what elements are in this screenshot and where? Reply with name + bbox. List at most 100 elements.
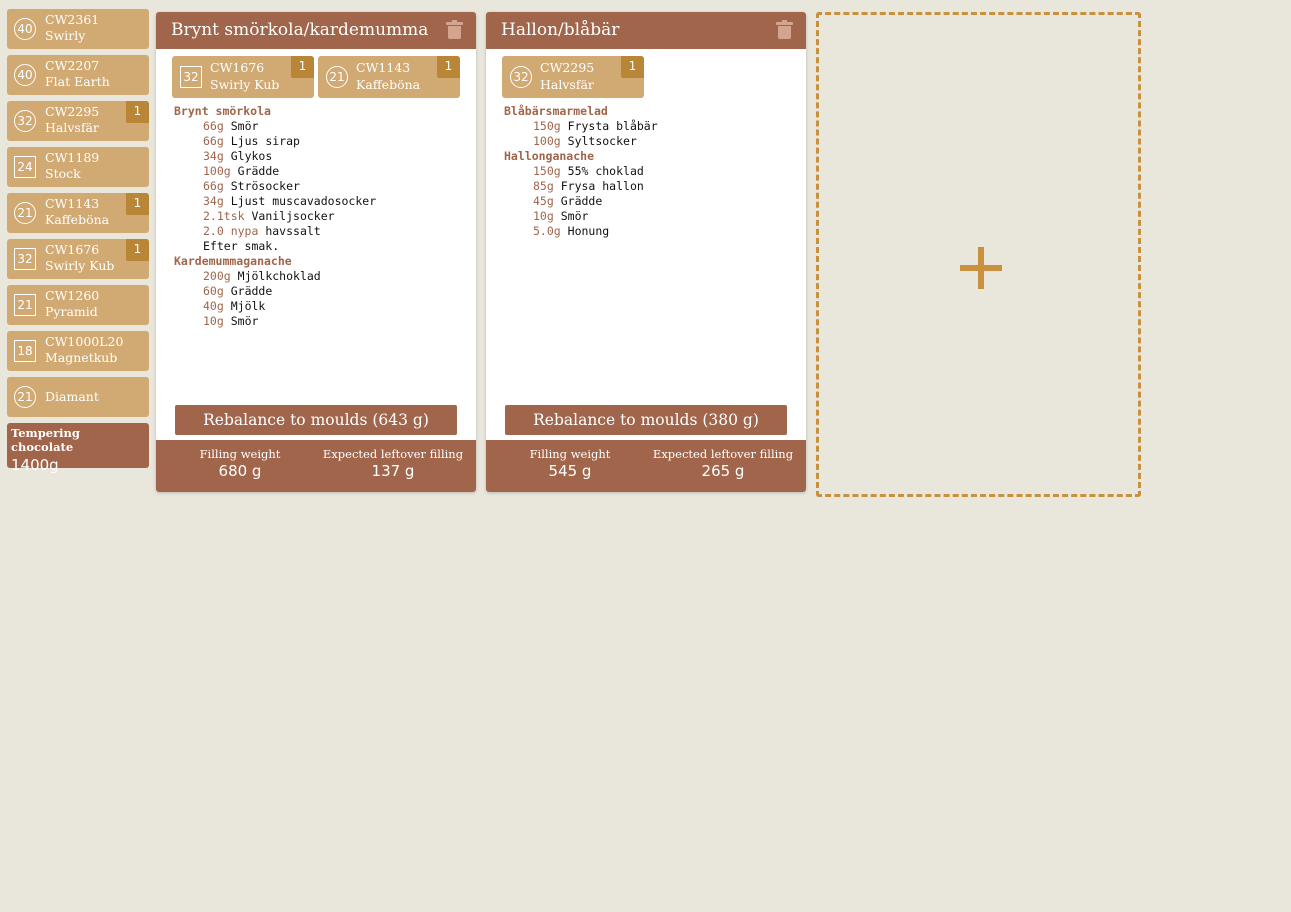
mould-code: CW1676 [210,60,265,75]
leftover-stat: Expected leftover filling 137 g [320,447,466,481]
recipe-line: 2.0 nypa havssalt [203,224,321,238]
card-title[interactable]: Brynt smörkola/kardemumma [171,20,433,41]
tempering-label: Tempering chocolate [11,426,80,454]
mould-code: CW1676 [45,242,100,257]
leftover-value: 137 g [371,462,415,480]
mould-item[interactable]: 21 CW1260 Pyramid [7,285,149,325]
recipe-line: 2.1tsk Vaniljsocker [203,209,335,223]
recipe-line: 150g Frysta blåbär [533,119,658,133]
filling-card: Brynt smörkola/kardemumma 32 CW1676 Swir… [156,12,476,492]
mould-code: CW1000L20 [45,334,124,349]
plus-icon [960,247,1002,289]
rebalance-button[interactable]: Rebalance to moulds (643 g) [175,405,457,435]
mould-sidebar: 40 CW2361 Swirly 40 CW2207 Flat Earth 32… [7,9,149,474]
mould-name: Flat Earth [45,74,110,89]
mould-chip[interactable]: 32 CW1676 Swirly Kub 1 [172,56,314,98]
recipe-section-title: Hallonganache [504,149,595,163]
card-footer: Filling weight 680 g Expected leftover f… [156,440,476,492]
trash-icon[interactable] [776,20,793,40]
recipe-section-title: Brynt smörkola [174,104,271,118]
mould-count-square-icon: 21 [14,294,36,316]
filling-weight-value: 680 g [218,462,262,480]
mould-chip[interactable]: 32 CW2295 Halvsfär 1 [502,56,644,98]
mould-name: Halvsfär [540,76,594,92]
mould-code: CW1143 [45,196,100,211]
filling-weight-label: Filling weight [529,447,611,461]
recipe-line: 45g Grädde [533,194,603,208]
add-filling-button[interactable] [816,12,1141,497]
usage-count-badge: 1 [621,56,644,78]
recipe-line: 100g Syltsocker [533,134,637,148]
mould-name: Swirly Kub [210,76,280,92]
mould-name: Kaffeböna [356,76,421,92]
mould-name: Halvsfär [45,120,99,135]
mould-item[interactable]: 21 Diamant [7,377,149,417]
mould-name: Swirly [45,28,86,43]
mould-item[interactable]: 40 CW2361 Swirly [7,9,149,49]
card-header: Brynt smörkola/kardemumma [156,12,476,49]
mould-code: CW2295 [45,104,100,119]
mould-item[interactable]: 32 CW2295 Halvsfär 1 [7,101,149,141]
filling-card: Hallon/blåbär 32 CW2295 Halvsfär 1 Blåbä… [486,12,806,492]
mould-code: CW2295 [540,60,595,75]
filling-weight-label: Filling weight [199,447,281,461]
mould-count-circle-icon: 40 [14,18,36,40]
mould-item[interactable]: 32 CW1676 Swirly Kub 1 [7,239,149,279]
recipe-line: 10g Smör [203,314,259,328]
mould-code: CW2361 [45,12,100,27]
mould-count-circle-icon: 40 [14,64,36,86]
filling-weight-value: 545 g [548,462,592,480]
recipe-line: 34g Ljust muscavadosocker [203,194,377,208]
trash-icon[interactable] [446,20,463,40]
recipe-line: 40g Mjölk [203,299,266,313]
mould-code: CW2207 [45,58,100,73]
usage-count-badge: 1 [437,56,460,78]
mould-count-square-icon: 32 [14,248,36,270]
mould-name: Diamant [45,389,99,404]
tempering-chocolate: Tempering chocolate 1400g [7,423,149,474]
mould-name: Pyramid [45,304,98,319]
mould-name: Magnetkub [45,350,118,365]
mould-code: CW1260 [45,288,100,303]
usage-count-badge: 1 [126,239,149,261]
usage-count-badge: 1 [126,101,149,123]
recipe-line: 66g Ljus sirap [203,134,300,148]
recipe-line: 34g Glykos [203,149,273,163]
mould-count-circle-icon: 21 [14,202,36,224]
mould-count-circle-icon: 32 [14,110,36,132]
mould-item[interactable]: 21 CW1143 Kaffeböna 1 [7,193,149,233]
mould-item[interactable]: 40 CW2207 Flat Earth [7,55,149,95]
mould-count-circle-icon: 32 [510,66,532,88]
recipe-line: 66g Smör [203,119,259,133]
mould-name: Kaffeböna [45,212,110,227]
rebalance-button[interactable]: Rebalance to moulds (380 g) [505,405,787,435]
usage-count-badge: 1 [126,193,149,215]
recipe-line: 10g Smör [533,209,589,223]
mould-count-square-icon: 24 [14,156,36,178]
card-footer: Filling weight 545 g Expected leftover f… [486,440,806,492]
leftover-stat: Expected leftover filling 265 g [650,447,796,481]
mould-chip[interactable]: 21 CW1143 Kaffeböna 1 [318,56,460,98]
filling-weight-stat: Filling weight 545 g [524,447,616,481]
recipe-note: Efter smak. [203,239,280,253]
recipe-line: 60g Grädde [203,284,273,298]
usage-count-badge: 1 [291,56,314,78]
recipe-section-title: Blåbärsmarmelad [504,104,608,118]
mould-count-square-icon: 32 [180,66,202,88]
mould-count-circle-icon: 21 [14,386,36,408]
recipe-list: Blåbärsmarmelad 150g Frysta blåbär 100g … [504,104,658,239]
recipe-line: 200g Mjölkchoklad [203,269,321,283]
card-title[interactable]: Hallon/blåbär [501,20,763,41]
recipe-line: 150g 55% choklad [533,164,644,178]
recipe-line: 85g Frysa hallon [533,179,644,193]
mould-name: Swirly Kub [45,258,115,273]
filling-weight-stat: Filling weight 680 g [194,447,286,481]
recipe-line: 66g Strösocker [203,179,300,193]
mould-code: CW1143 [356,60,411,75]
mould-item[interactable]: 24 CW1189 Stock [7,147,149,187]
mould-item[interactable]: 18 CW1000L20 Magnetkub [7,331,149,371]
recipe-line: 100g Grädde [203,164,280,178]
recipe-list: Brynt smörkola 66g Smör 66g Ljus sirap 3… [174,104,376,329]
leftover-label: Expected leftover filling [322,447,464,461]
recipe-line: 5.0g Honung [533,224,610,238]
